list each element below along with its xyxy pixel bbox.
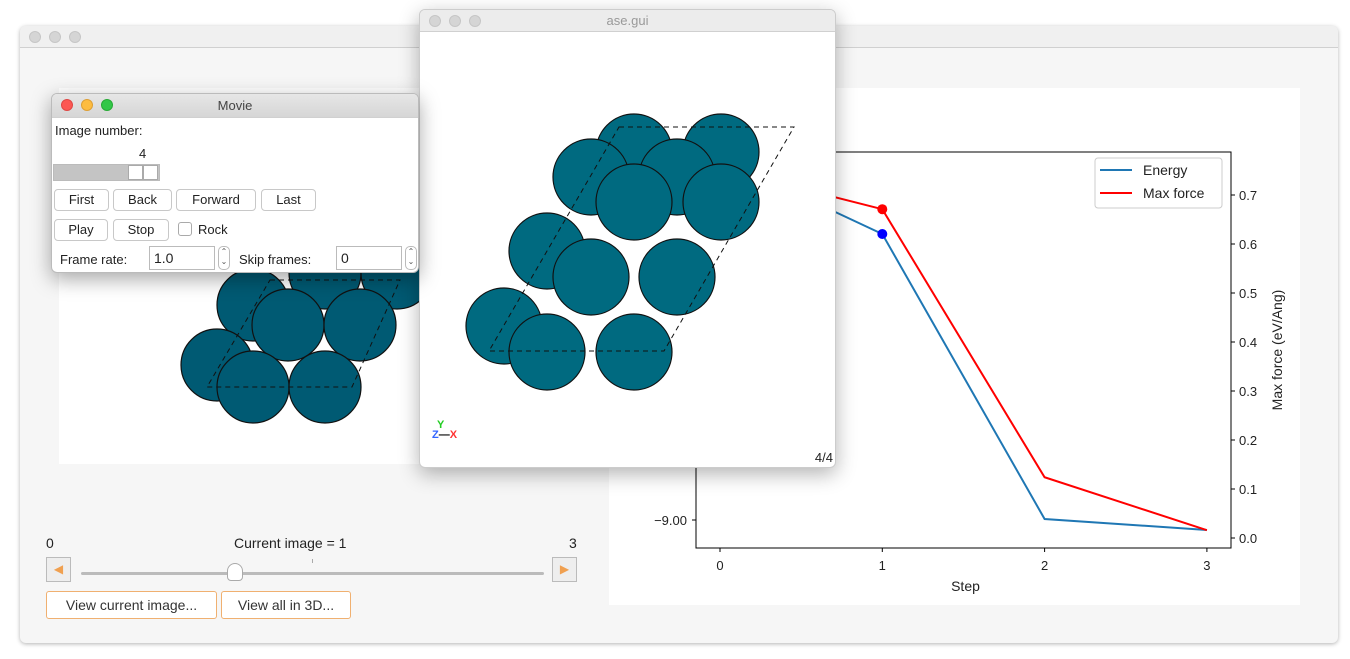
left-tick-label: −9.00 <box>654 513 687 528</box>
atom <box>638 238 716 316</box>
zoom-button[interactable] <box>101 99 113 111</box>
image-number-scale[interactable] <box>53 164 160 181</box>
right-axis-label: Max force (eV/Ang) <box>1269 290 1285 411</box>
axis-z-label: Z <box>432 429 439 441</box>
close-button[interactable] <box>61 99 73 111</box>
forward-button[interactable]: Forward <box>176 189 256 211</box>
last-button[interactable]: Last <box>261 189 316 211</box>
minimize-button[interactable] <box>81 99 93 111</box>
atom <box>682 163 760 241</box>
right-tick-label: 0.5 <box>1239 286 1257 301</box>
right-tick-label: 0.6 <box>1239 237 1257 252</box>
movie-window: Movie Image number: 4 First Back Forward… <box>51 93 419 273</box>
right-tick-label: 0.1 <box>1239 482 1257 497</box>
right-tick-label: 0.3 <box>1239 384 1257 399</box>
frame-counter: 4/4 <box>814 450 833 465</box>
atom <box>595 313 673 391</box>
frame-rate-input[interactable]: 1.0 <box>149 246 215 270</box>
play-button[interactable]: Play <box>54 219 108 241</box>
scale-handle[interactable] <box>143 165 158 180</box>
back-button[interactable]: Back <box>113 189 172 211</box>
movie-titlebar: Movie <box>52 94 418 118</box>
skip-frames-label: Skip frames: <box>239 252 312 267</box>
ase-titlebar: ase.gui <box>420 10 835 32</box>
atom <box>552 238 630 316</box>
rock-checkbox[interactable] <box>178 222 192 236</box>
rock-label: Rock <box>198 222 228 237</box>
current-step-marker <box>877 204 888 215</box>
atoms-canvas[interactable] <box>420 32 836 468</box>
current-step-marker <box>877 229 888 239</box>
x-tick-label: 1 <box>879 558 886 573</box>
legend-label: Max force <box>1143 185 1205 201</box>
right-tick-label: 0.2 <box>1239 433 1257 448</box>
x-tick-label: 2 <box>1041 558 1048 573</box>
x-tick-label: 3 <box>1203 558 1210 573</box>
axis-x-label: X <box>449 429 458 441</box>
x-axis-label: Step <box>951 578 980 594</box>
image-number-value: 4 <box>139 146 147 161</box>
image-number-label: Image number: <box>55 123 143 138</box>
skip-frames-input[interactable]: 0 <box>336 246 402 270</box>
legend-label: Energy <box>1143 162 1187 178</box>
close-button[interactable] <box>429 15 441 27</box>
atom <box>508 313 586 391</box>
minimize-button[interactable] <box>449 15 461 27</box>
x-tick-label: 0 <box>716 558 723 573</box>
right-tick-label: 0.4 <box>1239 335 1257 350</box>
movie-window-title: Movie <box>217 98 253 113</box>
zoom-button[interactable] <box>469 15 481 27</box>
ase-window-title: ase.gui <box>606 13 649 28</box>
frame-rate-label: Frame rate: <box>60 252 128 267</box>
skip-frames-stepper[interactable]: ⌃ ⌄ <box>405 246 417 270</box>
atom <box>595 163 673 241</box>
stop-button[interactable]: Stop <box>113 219 169 241</box>
frame-rate-stepper[interactable]: ⌃ ⌄ <box>218 246 230 270</box>
first-button[interactable]: First <box>54 189 109 211</box>
scale-handle[interactable] <box>128 165 143 180</box>
ase-gui-window: ase.gui Y Z—X 4/4 <box>419 9 836 468</box>
axes-indicator: Y Z—X <box>432 419 458 441</box>
right-tick-label: 0.0 <box>1239 531 1257 546</box>
right-tick-label: 0.7 <box>1239 188 1257 203</box>
